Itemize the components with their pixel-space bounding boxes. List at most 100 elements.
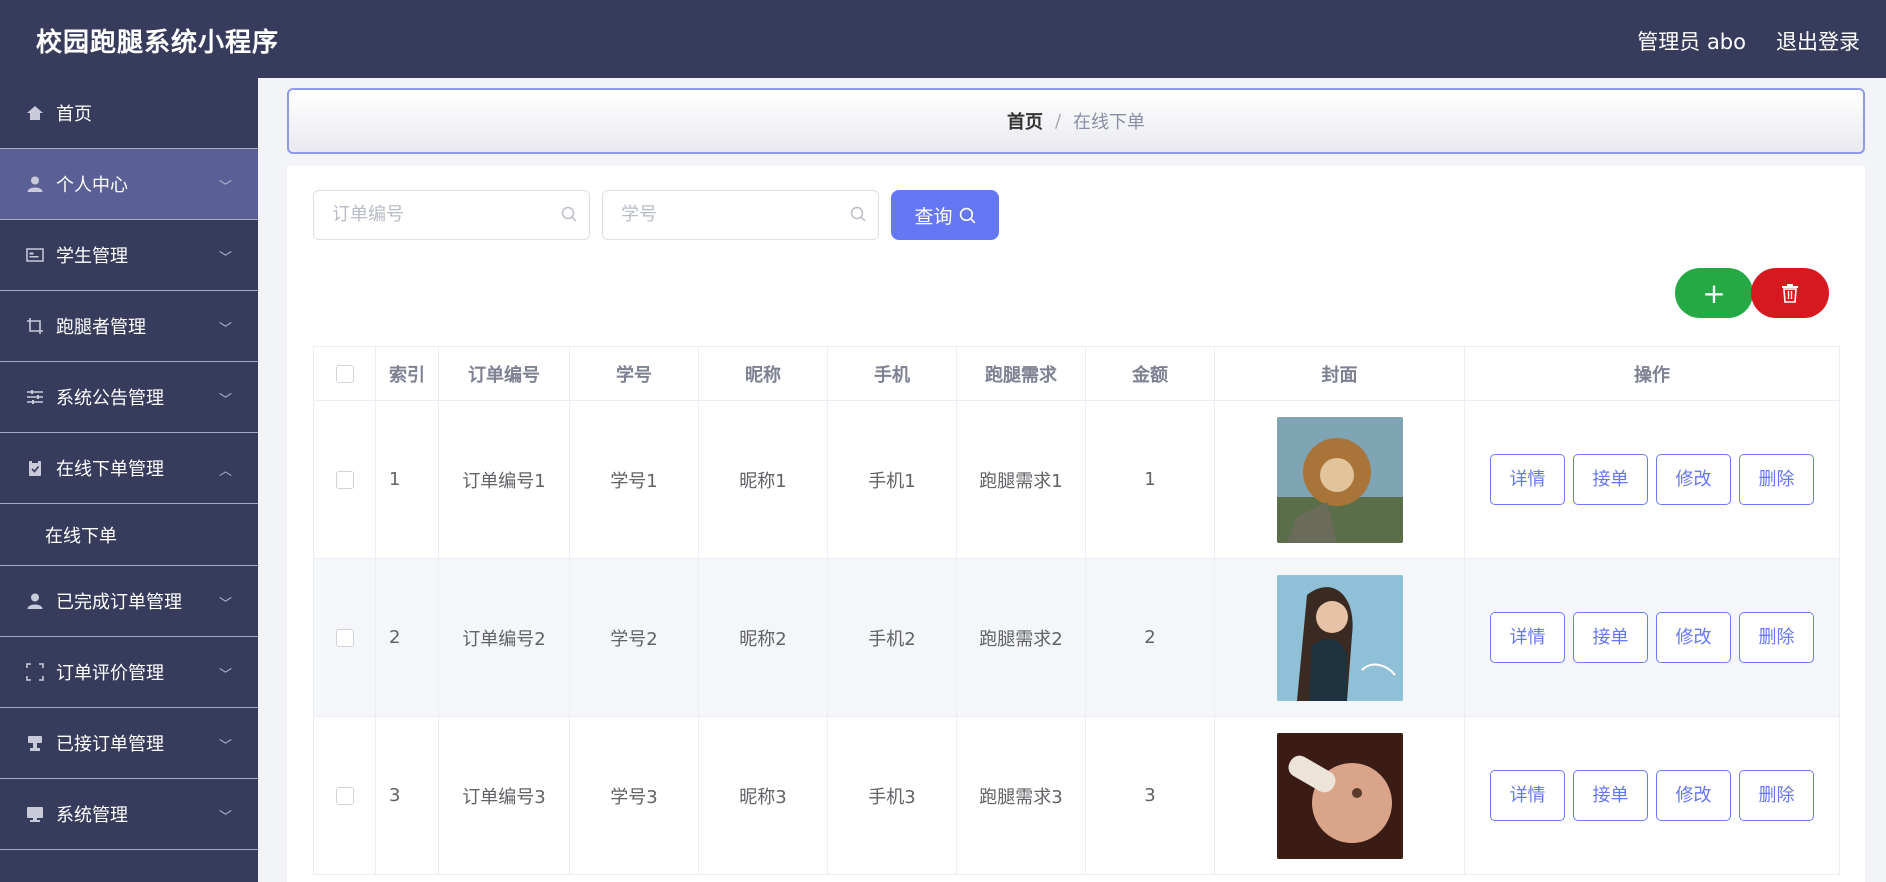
student-no-cell: 学号2 (569, 558, 699, 717)
sidebar-item-label: 在线下单管理 (56, 459, 164, 480)
index-cell: 3 (375, 716, 439, 875)
sidebar-item-online-order-management[interactable]: 在线下单管理 ︿ (0, 433, 258, 504)
sidebar-item-home[interactable]: 首页 (0, 78, 258, 149)
column-header: 金额 (1085, 346, 1215, 401)
row-select-cell (313, 400, 376, 559)
need-cell: 跑腿需求3 (956, 716, 1086, 875)
student-no-cell: 学号3 (569, 716, 699, 875)
accept-order-button[interactable]: 接单 (1573, 770, 1648, 821)
sidebar-item-runner-management[interactable]: 跑腿者管理 ﹀ (0, 291, 258, 362)
batch-delete-button[interactable] (1751, 268, 1829, 318)
column-header: 封面 (1214, 346, 1465, 401)
order-no-cell: 订单编号1 (438, 400, 570, 559)
logout-button[interactable]: 退出登录 (1776, 26, 1860, 56)
need-cell: 跑腿需求1 (956, 400, 1086, 559)
breadcrumb-current: 在线下单 (1073, 112, 1146, 133)
sidebar-item-announcement-management[interactable]: 系统公告管理 ﹀ (0, 362, 258, 433)
sidebar-item-label: 系统管理 (56, 805, 128, 826)
sidebar: 首页 个人中心 ﹀ 学生管理 ﹀ 跑腿者管理 ﹀ 系统公告管理 ﹀ 在线下单管理… (0, 78, 258, 882)
need-cell: 跑腿需求2 (956, 558, 1086, 717)
stamp-icon (25, 733, 45, 753)
chevron-down-icon: ﹀ (218, 322, 232, 337)
cover-cell (1214, 558, 1465, 717)
operations-cell: 详情 接单 修改 删除 (1464, 400, 1840, 559)
edit-button[interactable]: 修改 (1656, 454, 1731, 505)
detail-button[interactable]: 详情 (1490, 612, 1565, 663)
sidebar-item-completed-order-management[interactable]: 已完成订单管理 ﹀ (0, 566, 258, 637)
nickname-cell: 昵称2 (698, 558, 828, 717)
row-checkbox[interactable] (335, 787, 354, 805)
amount-cell: 3 (1085, 716, 1215, 875)
operations-cell: 详情 接单 修改 删除 (1464, 558, 1840, 717)
home-icon (25, 103, 45, 123)
breadcrumb-separator: / (1054, 110, 1062, 132)
sidebar-item-system-management[interactable]: 系统管理 ﹀ (0, 779, 258, 850)
row-checkbox[interactable] (335, 471, 354, 489)
accept-order-button[interactable]: 接单 (1573, 454, 1648, 505)
delete-button[interactable]: 删除 (1739, 770, 1814, 821)
sidebar-item-personal-center[interactable]: 个人中心 ﹀ (0, 149, 258, 220)
column-header: 订单编号 (438, 346, 570, 401)
column-header: 索引 (375, 346, 439, 401)
sidebar-item-label: 订单评价管理 (56, 663, 164, 684)
student-no-cell: 学号1 (569, 400, 699, 559)
order-no-input[interactable] (332, 191, 552, 237)
query-button[interactable]: 查询 (891, 190, 999, 240)
add-button[interactable]: + (1675, 268, 1753, 318)
sidebar-item-student-management[interactable]: 学生管理 ﹀ (0, 220, 258, 291)
row-checkbox[interactable] (335, 629, 354, 647)
table-row: 1 订单编号1 学号1 昵称1 手机1 跑腿需求1 1 详情 接单 修改 删除 (313, 400, 1840, 559)
detail-button[interactable]: 详情 (1490, 770, 1565, 821)
edit-button[interactable]: 修改 (1656, 770, 1731, 821)
search-icon (959, 207, 976, 224)
user-icon (25, 591, 45, 611)
sidebar-subitem-online-order[interactable]: 在线下单 (0, 504, 258, 566)
chevron-down-icon: ﹀ (218, 597, 232, 612)
detail-button[interactable]: 详情 (1490, 454, 1565, 505)
sidebar-item-order-review-management[interactable]: 订单评价管理 ﹀ (0, 637, 258, 708)
edit-button[interactable]: 修改 (1656, 612, 1731, 663)
chevron-down-icon: ﹀ (218, 251, 232, 266)
sliders-icon (25, 387, 45, 407)
order-table: 索引 订单编号 学号 昵称 手机 跑腿需求 金额 封面 操作 1 订单编号1 学… (313, 346, 1840, 875)
crop-icon (25, 316, 45, 336)
delete-button[interactable]: 删除 (1739, 454, 1814, 505)
clipboard-icon (25, 458, 45, 478)
chevron-down-icon: ﹀ (218, 393, 232, 408)
operations-cell: 详情 接单 修改 删除 (1464, 716, 1840, 875)
student-no-input[interactable] (621, 191, 841, 237)
query-button-label: 查询 (914, 205, 953, 228)
sidebar-item-accepted-order-management[interactable]: 已接订单管理 ﹀ (0, 708, 258, 779)
column-header: 学号 (569, 346, 699, 401)
amount-cell: 1 (1085, 400, 1215, 559)
order-no-cell: 订单编号2 (438, 558, 570, 717)
column-header: 手机 (827, 346, 957, 401)
sidebar-item-label: 系统公告管理 (56, 388, 164, 409)
column-header: 跑腿需求 (956, 346, 1086, 401)
chevron-down-icon: ﹀ (218, 739, 232, 754)
chevron-down-icon: ﹀ (218, 668, 232, 683)
cover-image (1276, 416, 1403, 543)
chevron-down-icon: ﹀ (218, 180, 232, 195)
sidebar-item-label: 跑腿者管理 (56, 317, 146, 338)
phone-cell: 手机2 (827, 558, 957, 717)
sidebar-item-label: 个人中心 (56, 175, 128, 196)
index-cell: 1 (375, 400, 439, 559)
select-all-checkbox[interactable] (335, 365, 354, 383)
frame-icon (25, 662, 45, 682)
search-icon (850, 206, 866, 222)
sidebar-item-label: 已完成订单管理 (56, 592, 182, 613)
top-bar: 校园跑腿系统小程序 管理员 abo 退出登录 (0, 0, 1886, 78)
breadcrumb-home[interactable]: 首页 (1007, 108, 1043, 134)
row-select-cell (313, 558, 376, 717)
search-icon (561, 206, 577, 222)
accept-order-button[interactable]: 接单 (1573, 612, 1648, 663)
column-header: 昵称 (698, 346, 828, 401)
amount-cell: 2 (1085, 558, 1215, 717)
monitor-icon (25, 804, 45, 824)
cover-cell (1214, 400, 1465, 559)
app-title: 校园跑腿系统小程序 (36, 28, 280, 58)
delete-button[interactable]: 删除 (1739, 612, 1814, 663)
column-header: 操作 (1464, 346, 1840, 401)
chevron-down-icon: ﹀ (218, 810, 232, 825)
